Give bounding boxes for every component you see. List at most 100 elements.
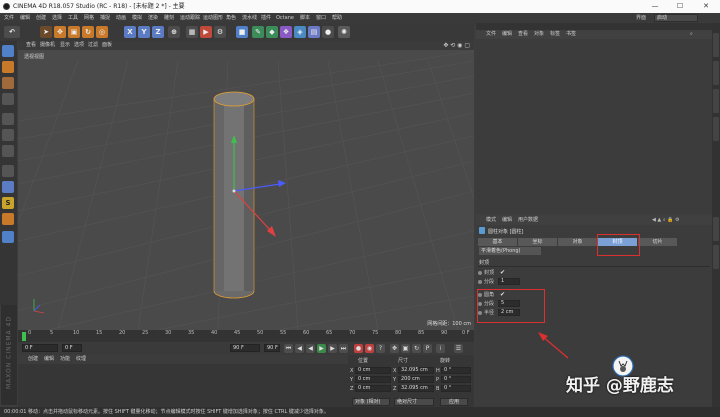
apply-button[interactable]: 应用 [440, 398, 468, 406]
menu-octane[interactable]: Octane [276, 13, 294, 23]
object-menu-view[interactable]: 查看 [518, 30, 528, 39]
workplane-icon[interactable] [2, 93, 14, 105]
nav-arrows-icon[interactable]: ◀ ▲ ⌕ 🔒 ⚙ [652, 215, 680, 225]
axis-z-button[interactable]: Z [152, 26, 164, 38]
object-menu-objects[interactable]: 对象 [534, 30, 544, 39]
max-frame-field[interactable]: 90 F [264, 344, 280, 352]
tab-object[interactable]: 对象 [558, 238, 597, 246]
menu-simulate[interactable]: 模拟 [132, 13, 142, 23]
parameter-key-icon[interactable]: P [423, 344, 432, 353]
material-menu-function[interactable]: 功能 [60, 355, 70, 364]
material-menu-texture[interactable]: 纹理 [76, 355, 86, 364]
menu-sculpt[interactable]: 雕刻 [164, 13, 174, 23]
viewport-menu-display[interactable]: 显示 [60, 41, 70, 50]
scale-icon[interactable]: ▣ [68, 26, 80, 38]
record-key-icon[interactable]: ● [354, 344, 363, 353]
make-editable-icon[interactable] [2, 45, 14, 57]
viewport-navigation-icon[interactable]: ✥ ⟲ ◉ ▢ [443, 41, 470, 50]
menu-animate[interactable]: 动画 [116, 13, 126, 23]
coordinate-system-icon[interactable]: ⊕ [168, 26, 180, 38]
select-arrow-icon[interactable]: ➤ [40, 26, 52, 38]
end-frame-field[interactable]: 90 F [230, 344, 260, 352]
rotation-key-icon[interactable]: ↻ [412, 344, 421, 353]
material-menu-edit[interactable]: 编辑 [44, 355, 54, 364]
rotation-p-field[interactable]: 0 ° [441, 376, 471, 383]
menu-mesh[interactable]: 网格 [84, 13, 94, 23]
menu-render[interactable]: 渲染 [148, 13, 158, 23]
animate-dot-icon[interactable] [478, 280, 482, 284]
cloner-icon[interactable]: ❖ [280, 26, 292, 38]
tab-basic[interactable]: 基本 [478, 238, 517, 246]
object-menu-bookmarks[interactable]: 书签 [566, 30, 576, 39]
size-z-field[interactable]: 32.095 cm [398, 385, 434, 392]
size-y-field[interactable]: 200 cm [398, 376, 434, 383]
recent-tool-icon[interactable]: ◎ [96, 26, 108, 38]
rotation-b-field[interactable]: 0 ° [441, 385, 471, 392]
playhead-marker[interactable] [22, 332, 26, 341]
position-z-field[interactable]: 0 cm [355, 385, 391, 392]
menu-mograph[interactable]: 运动图形 [203, 13, 223, 23]
menu-file[interactable]: 文件 [4, 13, 14, 23]
object-menu-tags[interactable]: 标签 [550, 30, 560, 39]
vertical-tab-attributes[interactable] [713, 217, 719, 241]
scale-key-icon[interactable]: ▣ [401, 344, 410, 353]
tab-coord[interactable]: 坐标 [518, 238, 557, 246]
menu-select[interactable]: 选择 [52, 13, 62, 23]
cube-icon[interactable]: ■ [236, 26, 248, 38]
viewport-menu-filter[interactable]: 过滤 [88, 41, 98, 50]
start-frame-field[interactable]: 0 F [62, 344, 82, 352]
timeline-layout-icon[interactable]: ☰ [454, 344, 463, 353]
go-to-end-button[interactable]: ⏭ [339, 344, 348, 353]
move-icon[interactable]: ✥ [54, 26, 66, 38]
position-y-field[interactable]: 0 cm [355, 376, 391, 383]
position-key-icon[interactable]: ✥ [390, 344, 399, 353]
axis-y-button[interactable]: Y [138, 26, 150, 38]
render-to-picture-viewer-icon[interactable]: ▶ [200, 26, 212, 38]
menu-plugins[interactable]: 插件 [261, 13, 271, 23]
go-to-start-button[interactable]: ⏮ [284, 344, 293, 353]
render-settings-icon[interactable]: ⚙ [214, 26, 226, 38]
viewport-menu-cameras[interactable]: 摄像机 [40, 41, 55, 50]
coord-mode-dropdown[interactable]: 对象 (相对) [352, 398, 390, 406]
keyframe-selection-icon[interactable]: ? [376, 344, 385, 353]
viewport-menu-options[interactable]: 选项 [74, 41, 84, 50]
next-key-button[interactable]: ▶ [328, 344, 337, 353]
vertical-tab-content[interactable] [713, 89, 719, 113]
menu-tools[interactable]: 工具 [68, 13, 78, 23]
snap-icon[interactable]: S [2, 197, 14, 209]
tab-phong[interactable]: 平滑着色(Phong) [479, 247, 541, 255]
texture-mode-icon[interactable] [2, 77, 14, 89]
viewport-menu-view[interactable]: 查看 [26, 41, 36, 50]
attribute-menu-mode[interactable]: 模式 [486, 215, 496, 225]
minimize-button[interactable]: — [643, 0, 667, 13]
menu-edit[interactable]: 编辑 [20, 13, 30, 23]
pen-spline-icon[interactable]: ✎ [252, 26, 264, 38]
render-view-icon[interactable]: ▦ [186, 26, 198, 38]
object-menu-edit[interactable]: 编辑 [502, 30, 512, 39]
vertical-tab-layers[interactable] [713, 245, 719, 269]
subdivision-icon[interactable]: ◆ [266, 26, 278, 38]
object-menu-file[interactable]: 文件 [486, 30, 496, 39]
position-x-field[interactable]: 0 cm [355, 367, 391, 374]
undo-icon[interactable]: ↶ [4, 26, 20, 38]
polygons-mode-icon[interactable] [2, 145, 14, 157]
material-menu-create[interactable]: 创建 [28, 355, 38, 364]
light-icon[interactable]: ✺ [338, 26, 350, 38]
camera-icon[interactable]: ● [322, 26, 334, 38]
solo-icon[interactable] [2, 231, 14, 243]
rotation-h-field[interactable]: 0 ° [441, 367, 471, 374]
points-mode-icon[interactable] [2, 113, 14, 125]
current-frame-field[interactable]: 0 F [22, 344, 58, 352]
timeline-ruler[interactable]: 0 5 10 15 20 25 30 35 40 45 50 55 60 65 … [18, 330, 474, 342]
perspective-viewport[interactable]: 查看 摄像机 显示 选项 过滤 面板 ✥ ⟲ ◉ ▢ 透视视图 网格间距：100… [18, 41, 474, 330]
attribute-menu-userdata[interactable]: 用户数据 [518, 215, 538, 225]
menu-snap[interactable]: 捕捉 [100, 13, 110, 23]
deformer-icon[interactable]: ◈ [294, 26, 306, 38]
model-mode-icon[interactable] [2, 61, 14, 73]
attribute-menu-edit[interactable]: 编辑 [502, 215, 512, 225]
animate-dot-icon[interactable] [478, 271, 482, 275]
vertical-tab-takes[interactable] [713, 61, 719, 85]
size-mode-dropdown[interactable]: 绝对尺寸 [394, 398, 434, 406]
point-level-icon[interactable]: ⁞ [436, 344, 445, 353]
menu-pipeline[interactable]: 流水线 [242, 13, 257, 23]
